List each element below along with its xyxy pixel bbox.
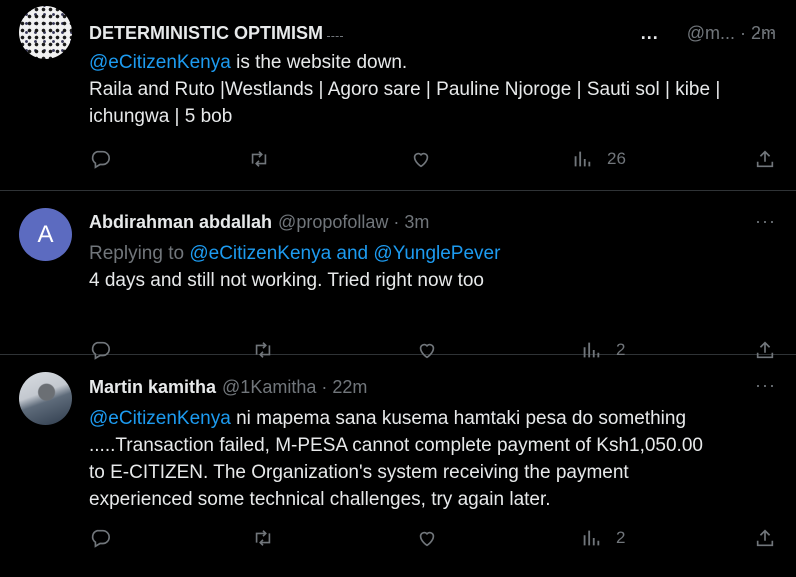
text-line: ichungwa | 5 bob xyxy=(89,106,233,127)
tweet-1[interactable]: DETERMINISTIC OPTIMISM ... @m... · 2m ··… xyxy=(0,0,796,191)
display-name[interactable]: DETERMINISTIC OPTIMISM xyxy=(89,23,323,44)
like-button[interactable] xyxy=(416,526,438,550)
reply-button[interactable] xyxy=(89,526,111,550)
text-line: to E-CITIZEN. The Organization's system … xyxy=(89,462,629,483)
action-bar: 2 xyxy=(89,526,776,550)
tweet-header: Martin kamitha @1Kamitha · 22m xyxy=(89,375,776,399)
retweet-icon xyxy=(251,151,267,167)
text-line: 4 days and still not working. Tried righ… xyxy=(89,270,484,291)
retweet-icon xyxy=(255,530,271,546)
mention-link[interactable]: @eCitizenKenya xyxy=(89,408,231,429)
mention-link[interactable]: @eCitizenKenya xyxy=(89,52,231,73)
tweet-2[interactable]: A Abdirahman abdallah @propofollaw · 3m … xyxy=(0,191,796,360)
reply-icon xyxy=(91,529,110,548)
tweet-header: DETERMINISTIC OPTIMISM ... @m... · 2m xyxy=(89,21,776,45)
text-line: experienced some technical challenges, t… xyxy=(89,489,551,510)
like-button[interactable] xyxy=(410,147,432,171)
views-icon xyxy=(574,151,591,167)
separator: · xyxy=(739,22,746,43)
separator: · xyxy=(393,211,400,232)
text-line: .....Transaction failed, M-PESA cannot c… xyxy=(89,435,703,456)
views-count: 2 xyxy=(616,528,626,547)
name-truncation xyxy=(327,35,343,37)
name-badge: ... xyxy=(640,22,659,43)
display-name[interactable]: Martin kamitha xyxy=(89,377,216,398)
views-count: 26 xyxy=(607,149,626,168)
reply-icon xyxy=(91,150,110,169)
handle[interactable]: @1Kamitha xyxy=(222,377,316,398)
tweet-text: Replying to @eCitizenKenya and @YunglePe… xyxy=(89,240,772,294)
replying-label: Replying to xyxy=(89,243,190,264)
avatar[interactable] xyxy=(19,6,72,59)
avatar[interactable]: A xyxy=(19,208,72,261)
more-icon[interactable]: ··· xyxy=(755,211,776,232)
text-line: Raila and Ruto |Westlands | Agoro sare |… xyxy=(89,79,721,100)
tweet-text: @eCitizenKenya is the website down. Rail… xyxy=(89,49,772,130)
views-button[interactable]: 26 xyxy=(571,147,626,171)
text-line: is the website down. xyxy=(230,52,408,73)
text-line: ni mapema sana kusema hamtaki pesa do so… xyxy=(230,408,687,429)
action-bar: 26 xyxy=(89,147,776,171)
like-icon xyxy=(419,531,435,547)
more-icon[interactable]: ··· xyxy=(755,22,776,43)
share-icon xyxy=(756,529,774,547)
timestamp[interactable]: 3m xyxy=(404,212,429,233)
timestamp[interactable]: 22m xyxy=(332,377,367,398)
views-icon xyxy=(583,530,600,546)
retweet-button[interactable] xyxy=(248,147,270,171)
tweet-text: @eCitizenKenya ni mapema sana kusema ham… xyxy=(89,405,772,513)
replying-to-link[interactable]: @eCitizenKenya and @YunglePever xyxy=(189,243,500,264)
like-icon xyxy=(413,152,429,168)
reply-button[interactable] xyxy=(89,147,111,171)
separator: · xyxy=(321,376,328,397)
views-button[interactable]: 2 xyxy=(580,526,625,550)
display-name[interactable]: Abdirahman abdallah xyxy=(89,212,272,233)
tweet-3[interactable]: Martin kamitha @1Kamitha · 22m ··· @eCit… xyxy=(0,355,796,577)
handle[interactable]: @propofollaw xyxy=(278,212,388,233)
share-button[interactable] xyxy=(754,526,776,550)
share-icon xyxy=(756,150,774,168)
retweet-button[interactable] xyxy=(252,526,274,550)
avatar[interactable] xyxy=(19,372,72,425)
share-button[interactable] xyxy=(754,147,776,171)
more-icon[interactable]: ··· xyxy=(755,375,776,396)
tweet-header: Abdirahman abdallah @propofollaw · 3m xyxy=(89,210,776,234)
handle[interactable]: @m... xyxy=(687,23,735,44)
